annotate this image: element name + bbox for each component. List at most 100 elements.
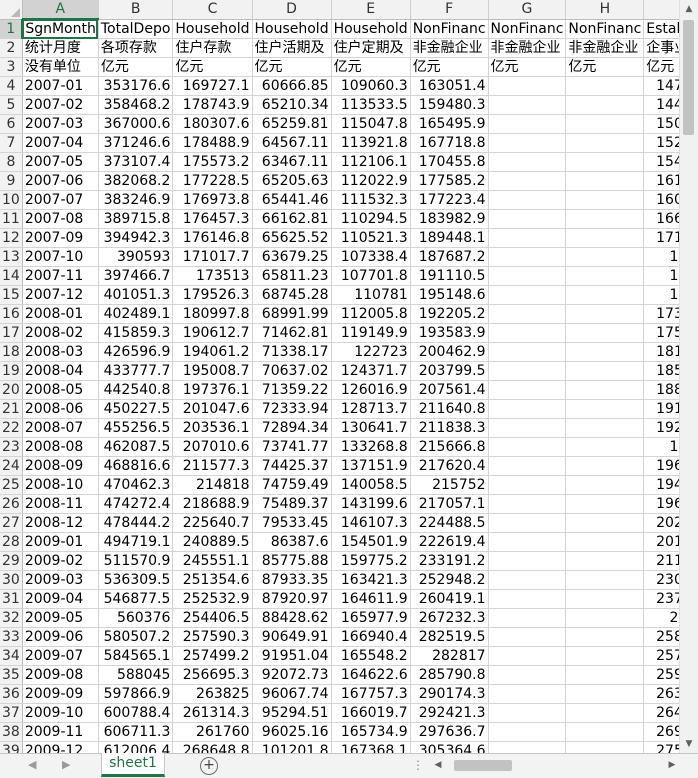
row-header[interactable]: 2	[0, 38, 23, 58]
cell-d26[interactable]: 75489.37	[252, 494, 332, 514]
cell-a23[interactable]: 2008-08	[22, 437, 99, 457]
cell-e20[interactable]: 126016.9	[331, 380, 411, 400]
cell-g27[interactable]	[488, 513, 567, 533]
cell-c25[interactable]: 214818	[172, 475, 253, 495]
cell-f17[interactable]: 193583.9	[410, 323, 489, 343]
cell-a4[interactable]: 2007-01	[22, 76, 99, 96]
cell-b23[interactable]: 462087.5	[98, 437, 174, 457]
cell-e28[interactable]: 154501.9	[331, 532, 411, 552]
cell-f10[interactable]: 177223.4	[410, 190, 489, 210]
cell-g16[interactable]	[488, 304, 567, 324]
cell-i38[interactable]: 269583.5	[643, 722, 679, 742]
cell-i32[interactable]: 243878	[643, 608, 679, 628]
cell-g21[interactable]	[488, 399, 567, 419]
cell-i11[interactable]: 166764.4	[643, 209, 679, 229]
cell-b19[interactable]: 433777.7	[98, 361, 174, 381]
cell-b4[interactable]: 353176.6	[98, 76, 174, 96]
cell-g17[interactable]	[488, 323, 567, 343]
row-header[interactable]: 33	[0, 627, 23, 647]
cell-b5[interactable]: 358468.2	[98, 95, 174, 115]
cell-g22[interactable]	[488, 418, 567, 438]
cell-h29[interactable]	[565, 551, 645, 571]
cell-a21[interactable]: 2008-06	[22, 399, 99, 419]
cell-h31[interactable]	[565, 589, 645, 609]
cell-a26[interactable]: 2008-11	[22, 494, 99, 514]
cell-d13[interactable]: 63679.25	[252, 247, 332, 267]
cell-e27[interactable]: 146107.3	[331, 513, 411, 533]
cell-b12[interactable]: 394942.3	[98, 228, 174, 248]
cell-b29[interactable]: 511570.9	[98, 551, 174, 571]
row-header[interactable]: 11	[0, 209, 23, 229]
cell-i34[interactable]: 257599.7	[643, 646, 679, 666]
cell-f29[interactable]: 233191.2	[410, 551, 489, 571]
cell-g7[interactable]	[488, 133, 567, 153]
cell-c35[interactable]: 256695.3	[172, 665, 253, 685]
cell-c19[interactable]: 195008.7	[172, 361, 253, 381]
cell-c15[interactable]: 179526.3	[172, 285, 253, 305]
cell-a17[interactable]: 2008-02	[22, 323, 99, 343]
cell-c10[interactable]: 176973.8	[172, 190, 253, 210]
cell-h17[interactable]	[565, 323, 645, 343]
cell-e4[interactable]: 109060.3	[331, 76, 411, 96]
cell-g19[interactable]	[488, 361, 567, 381]
cell-g34[interactable]	[488, 646, 567, 666]
cell-i10[interactable]: 160491.8	[643, 190, 679, 210]
cell-i36[interactable]: 263306.8	[643, 684, 679, 704]
cell-e39[interactable]: 167368.1	[331, 741, 411, 753]
cell-i35[interactable]: 259829.6	[643, 665, 679, 685]
row-header[interactable]: 31	[0, 589, 23, 609]
cell-d17[interactable]: 71462.81	[252, 323, 332, 343]
cell-b18[interactable]: 426596.9	[98, 342, 174, 362]
cell-h28[interactable]	[565, 532, 645, 552]
cell-i17[interactable]: 175198.5	[643, 323, 679, 343]
cell-d32[interactable]: 88428.62	[252, 608, 332, 628]
cell-i7[interactable]: 152270.2	[643, 133, 679, 153]
cell-d5[interactable]: 65210.34	[252, 95, 332, 115]
cell-f2[interactable]: 非金融企业	[410, 38, 489, 58]
cell-g30[interactable]	[488, 570, 567, 590]
column-header-d[interactable]: D	[252, 0, 332, 20]
cell-h15[interactable]	[565, 285, 645, 305]
cell-d16[interactable]: 68991.99	[252, 304, 332, 324]
cell-d31[interactable]: 87920.97	[252, 589, 332, 609]
cell-a34[interactable]: 2009-07	[22, 646, 99, 666]
cell-c7[interactable]: 178488.9	[172, 133, 253, 153]
row-header[interactable]: 34	[0, 646, 23, 666]
cell-h25[interactable]	[565, 475, 645, 495]
cell-e10[interactable]: 111532.3	[331, 190, 411, 210]
cell-c29[interactable]: 245551.1	[172, 551, 253, 571]
column-header-i[interactable]: I	[643, 0, 679, 20]
column-header-g[interactable]: G	[488, 0, 567, 20]
cell-e32[interactable]: 165977.9	[331, 608, 411, 628]
cell-g18[interactable]	[488, 342, 567, 362]
cell-b26[interactable]: 474272.4	[98, 494, 174, 514]
column-header-c[interactable]: C	[172, 0, 253, 20]
cell-f21[interactable]: 211640.8	[410, 399, 489, 419]
cell-g1[interactable]: NonFinanc	[488, 19, 567, 39]
cell-f14[interactable]: 191110.5	[410, 266, 489, 286]
cell-b8[interactable]: 373107.4	[98, 152, 174, 172]
cell-g15[interactable]	[488, 285, 567, 305]
column-header-h[interactable]: H	[565, 0, 645, 20]
cell-b6[interactable]: 367000.6	[98, 114, 174, 134]
prev-sheet-icon[interactable]: ◀	[28, 758, 36, 771]
cell-d29[interactable]: 85775.88	[252, 551, 332, 571]
cell-h33[interactable]	[565, 627, 645, 647]
cell-c5[interactable]: 178743.9	[172, 95, 253, 115]
row-header[interactable]: 20	[0, 380, 23, 400]
cell-f18[interactable]: 200462.9	[410, 342, 489, 362]
row-header[interactable]: 8	[0, 152, 23, 172]
cell-f37[interactable]: 292421.3	[410, 703, 489, 723]
cell-i25[interactable]: 194398.7	[643, 475, 679, 495]
cell-e24[interactable]: 137151.9	[331, 456, 411, 476]
cell-g4[interactable]	[488, 76, 567, 96]
row-header[interactable]: 19	[0, 361, 23, 381]
cell-a10[interactable]: 2007-07	[22, 190, 99, 210]
cell-b37[interactable]: 600788.4	[98, 703, 174, 723]
cell-e21[interactable]: 128713.7	[331, 399, 411, 419]
column-header-b[interactable]: B	[98, 0, 174, 20]
cell-a36[interactable]: 2009-09	[22, 684, 99, 704]
row-header[interactable]: 10	[0, 190, 23, 210]
cell-b11[interactable]: 389715.8	[98, 209, 174, 229]
horizontal-scroll-thumb[interactable]	[454, 760, 512, 771]
